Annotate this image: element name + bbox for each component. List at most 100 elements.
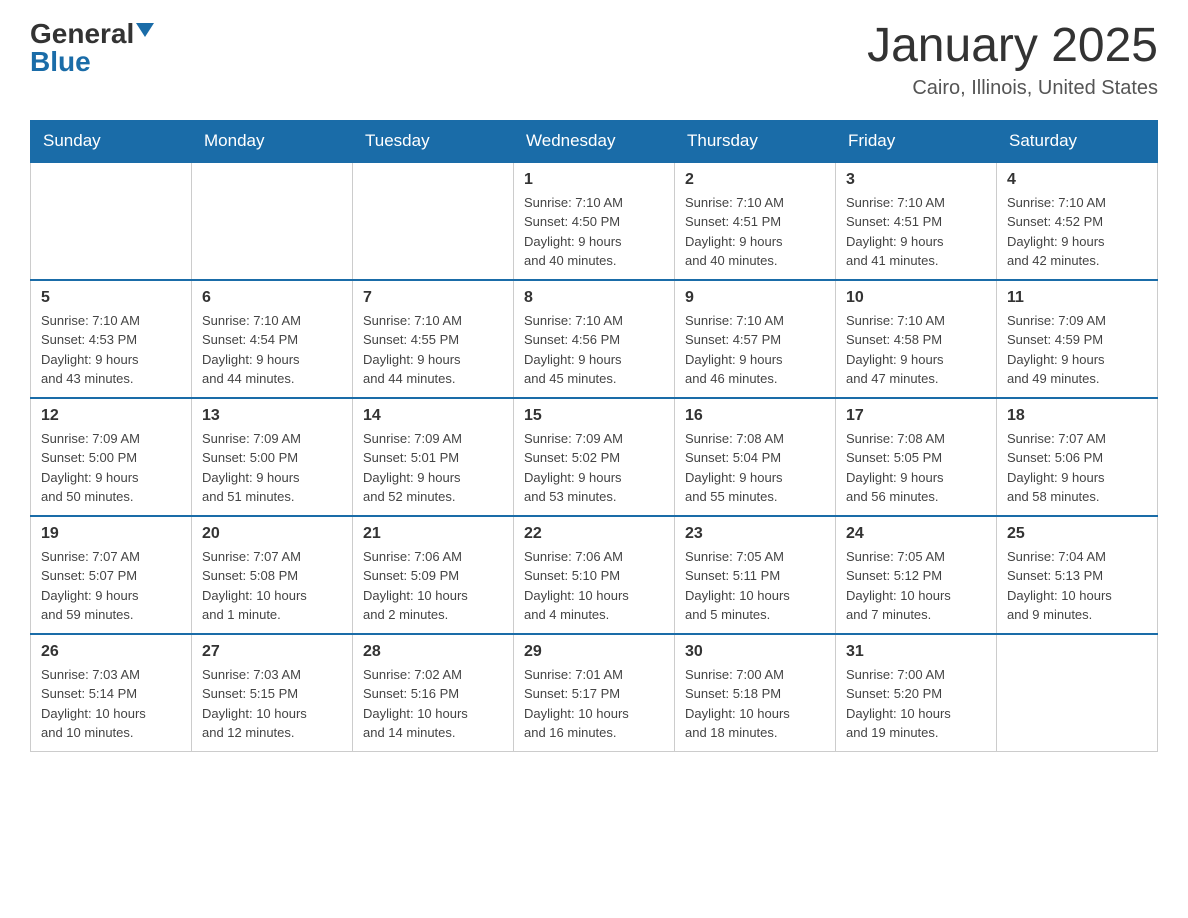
day-number: 26 xyxy=(41,643,181,661)
day-info: Sunrise: 7:04 AMSunset: 5:13 PMDaylight:… xyxy=(1007,547,1147,625)
day-info: Sunrise: 7:10 AMSunset: 4:53 PMDaylight:… xyxy=(41,311,181,389)
logo-blue-text: Blue xyxy=(30,48,91,76)
day-number: 5 xyxy=(41,289,181,307)
calendar-cell: 6Sunrise: 7:10 AMSunset: 4:54 PMDaylight… xyxy=(192,280,353,398)
day-info: Sunrise: 7:09 AMSunset: 5:02 PMDaylight:… xyxy=(524,429,664,507)
day-info: Sunrise: 7:10 AMSunset: 4:55 PMDaylight:… xyxy=(363,311,503,389)
calendar-cell xyxy=(997,634,1158,752)
day-number: 9 xyxy=(685,289,825,307)
calendar-cell: 30 Sunrise: 7:00 AMSunset: 5:18 PMDayligh… xyxy=(675,634,836,752)
day-header-wednesday: Wednesday xyxy=(514,120,675,162)
day-info: Sunrise: 7:00 AMSunset: 5:20 PMDaylight:… xyxy=(846,665,986,743)
calendar-header-row: SundayMondayTuesdayWednesdayThursdayFrid… xyxy=(31,120,1158,162)
calendar-cell: 5 Sunrise: 7:10 AMSunset: 4:53 PMDaylight… xyxy=(31,280,192,398)
day-number: 29 xyxy=(524,643,664,661)
calendar-cell: 18Sunrise: 7:07 AMSunset: 5:06 PMDayligh… xyxy=(997,398,1158,516)
calendar-week-row: 5 Sunrise: 7:10 AMSunset: 4:53 PMDaylight… xyxy=(31,280,1158,398)
day-header-thursday: Thursday xyxy=(675,120,836,162)
calendar-cell: 11Sunrise: 7:09 AMSunset: 4:59 PMDayligh… xyxy=(997,280,1158,398)
day-number: 20 xyxy=(202,525,342,543)
day-number: 21 xyxy=(363,525,503,543)
day-info: Sunrise: 7:01 AMSunset: 5:17 PMDaylight:… xyxy=(524,665,664,743)
calendar-week-row: 26 Sunrise: 7:03 AMSunset: 5:14 PMDayligh… xyxy=(31,634,1158,752)
day-header-sunday: Sunday xyxy=(31,120,192,162)
title-block: January 2025 Cairo, Illinois, United Sta… xyxy=(867,20,1158,100)
calendar-cell: 26 Sunrise: 7:03 AMSunset: 5:14 PMDayligh… xyxy=(31,634,192,752)
calendar-cell xyxy=(192,162,353,280)
day-info: Sunrise: 7:06 AMSunset: 5:09 PMDaylight:… xyxy=(363,547,503,625)
calendar-cell: 28Sunrise: 7:02 AMSunset: 5:16 PMDayligh… xyxy=(353,634,514,752)
calendar-cell: 14Sunrise: 7:09 AMSunset: 5:01 PMDayligh… xyxy=(353,398,514,516)
day-info: Sunrise: 7:07 AMSunset: 5:07 PMDaylight:… xyxy=(41,547,181,625)
day-info: Sunrise: 7:06 AMSunset: 5:10 PMDaylight:… xyxy=(524,547,664,625)
calendar-cell: 4 Sunrise: 7:10 AMSunset: 4:52 PMDaylight… xyxy=(997,162,1158,280)
day-number: 4 xyxy=(1007,171,1147,189)
day-number: 2 xyxy=(685,171,825,189)
day-header-monday: Monday xyxy=(192,120,353,162)
day-number: 24 xyxy=(846,525,986,543)
calendar-cell: 20Sunrise: 7:07 AMSunset: 5:08 PMDayligh… xyxy=(192,516,353,634)
day-number: 15 xyxy=(524,407,664,425)
day-info: Sunrise: 7:02 AMSunset: 5:16 PMDaylight:… xyxy=(363,665,503,743)
day-info: Sunrise: 7:05 AMSunset: 5:12 PMDaylight:… xyxy=(846,547,986,625)
logo-triangle-icon xyxy=(136,23,154,37)
calendar-cell: 31 Sunrise: 7:00 AMSunset: 5:20 PMDayligh… xyxy=(836,634,997,752)
calendar-cell: 1 Sunrise: 7:10 AMSunset: 4:50 PMDaylight… xyxy=(514,162,675,280)
calendar-cell: 13 Sunrise: 7:09 AMSunset: 5:00 PMDayligh… xyxy=(192,398,353,516)
day-number: 30 xyxy=(685,643,825,661)
day-number: 17 xyxy=(846,407,986,425)
calendar-cell: 8 Sunrise: 7:10 AMSunset: 4:56 PMDaylight… xyxy=(514,280,675,398)
day-info: Sunrise: 7:03 AMSunset: 5:15 PMDaylight:… xyxy=(202,665,342,743)
day-info: Sunrise: 7:10 AMSunset: 4:57 PMDaylight:… xyxy=(685,311,825,389)
calendar-cell: 23Sunrise: 7:05 AMSunset: 5:11 PMDayligh… xyxy=(675,516,836,634)
calendar-cell xyxy=(353,162,514,280)
day-info: Sunrise: 7:10 AMSunset: 4:51 PMDaylight:… xyxy=(685,193,825,271)
day-info: Sunrise: 7:00 AMSunset: 5:18 PMDaylight:… xyxy=(685,665,825,743)
day-info: Sunrise: 7:09 AMSunset: 5:00 PMDaylight:… xyxy=(202,429,342,507)
calendar-cell: 17 Sunrise: 7:08 AMSunset: 5:05 PMDayligh… xyxy=(836,398,997,516)
day-info: Sunrise: 7:10 AMSunset: 4:56 PMDaylight:… xyxy=(524,311,664,389)
day-info: Sunrise: 7:09 AMSunset: 5:00 PMDaylight:… xyxy=(41,429,181,507)
calendar-cell: 7Sunrise: 7:10 AMSunset: 4:55 PMDaylight… xyxy=(353,280,514,398)
day-number: 31 xyxy=(846,643,986,661)
day-number: 22 xyxy=(524,525,664,543)
day-info: Sunrise: 7:09 AMSunset: 4:59 PMDaylight:… xyxy=(1007,311,1147,389)
day-info: Sunrise: 7:07 AMSunset: 5:06 PMDaylight:… xyxy=(1007,429,1147,507)
calendar-week-row: 1 Sunrise: 7:10 AMSunset: 4:50 PMDaylight… xyxy=(31,162,1158,280)
calendar-cell: 22 Sunrise: 7:06 AMSunset: 5:10 PMDayligh… xyxy=(514,516,675,634)
day-number: 13 xyxy=(202,407,342,425)
day-number: 16 xyxy=(685,407,825,425)
day-number: 27 xyxy=(202,643,342,661)
calendar-cell: 10Sunrise: 7:10 AMSunset: 4:58 PMDayligh… xyxy=(836,280,997,398)
calendar-cell: 9 Sunrise: 7:10 AMSunset: 4:57 PMDaylight… xyxy=(675,280,836,398)
page-header: General Blue January 2025 Cairo, Illinoi… xyxy=(30,20,1158,100)
day-header-saturday: Saturday xyxy=(997,120,1158,162)
calendar-week-row: 19 Sunrise: 7:07 AMSunset: 5:07 PMDayligh… xyxy=(31,516,1158,634)
logo: General Blue xyxy=(30,20,154,76)
calendar-cell: 2 Sunrise: 7:10 AMSunset: 4:51 PMDaylight… xyxy=(675,162,836,280)
calendar-cell: 3Sunrise: 7:10 AMSunset: 4:51 PMDaylight… xyxy=(836,162,997,280)
day-info: Sunrise: 7:08 AMSunset: 5:05 PMDaylight:… xyxy=(846,429,986,507)
calendar-cell: 15 Sunrise: 7:09 AMSunset: 5:02 PMDayligh… xyxy=(514,398,675,516)
calendar-cell: 25Sunrise: 7:04 AMSunset: 5:13 PMDayligh… xyxy=(997,516,1158,634)
day-info: Sunrise: 7:03 AMSunset: 5:14 PMDaylight:… xyxy=(41,665,181,743)
calendar-cell: 27 Sunrise: 7:03 AMSunset: 5:15 PMDayligh… xyxy=(192,634,353,752)
day-number: 3 xyxy=(846,171,986,189)
day-info: Sunrise: 7:10 AMSunset: 4:52 PMDaylight:… xyxy=(1007,193,1147,271)
day-number: 8 xyxy=(524,289,664,307)
calendar-subtitle: Cairo, Illinois, United States xyxy=(867,77,1158,100)
calendar-cell: 12 Sunrise: 7:09 AMSunset: 5:00 PMDayligh… xyxy=(31,398,192,516)
day-header-friday: Friday xyxy=(836,120,997,162)
day-number: 10 xyxy=(846,289,986,307)
calendar-week-row: 12 Sunrise: 7:09 AMSunset: 5:00 PMDayligh… xyxy=(31,398,1158,516)
day-number: 1 xyxy=(524,171,664,189)
day-number: 6 xyxy=(202,289,342,307)
day-number: 14 xyxy=(363,407,503,425)
day-number: 12 xyxy=(41,407,181,425)
day-number: 19 xyxy=(41,525,181,543)
day-info: Sunrise: 7:10 AMSunset: 4:50 PMDaylight:… xyxy=(524,193,664,271)
calendar-cell: 16Sunrise: 7:08 AMSunset: 5:04 PMDayligh… xyxy=(675,398,836,516)
calendar-cell: 21 Sunrise: 7:06 AMSunset: 5:09 PMDayligh… xyxy=(353,516,514,634)
calendar-cell: 29 Sunrise: 7:01 AMSunset: 5:17 PMDayligh… xyxy=(514,634,675,752)
day-header-tuesday: Tuesday xyxy=(353,120,514,162)
